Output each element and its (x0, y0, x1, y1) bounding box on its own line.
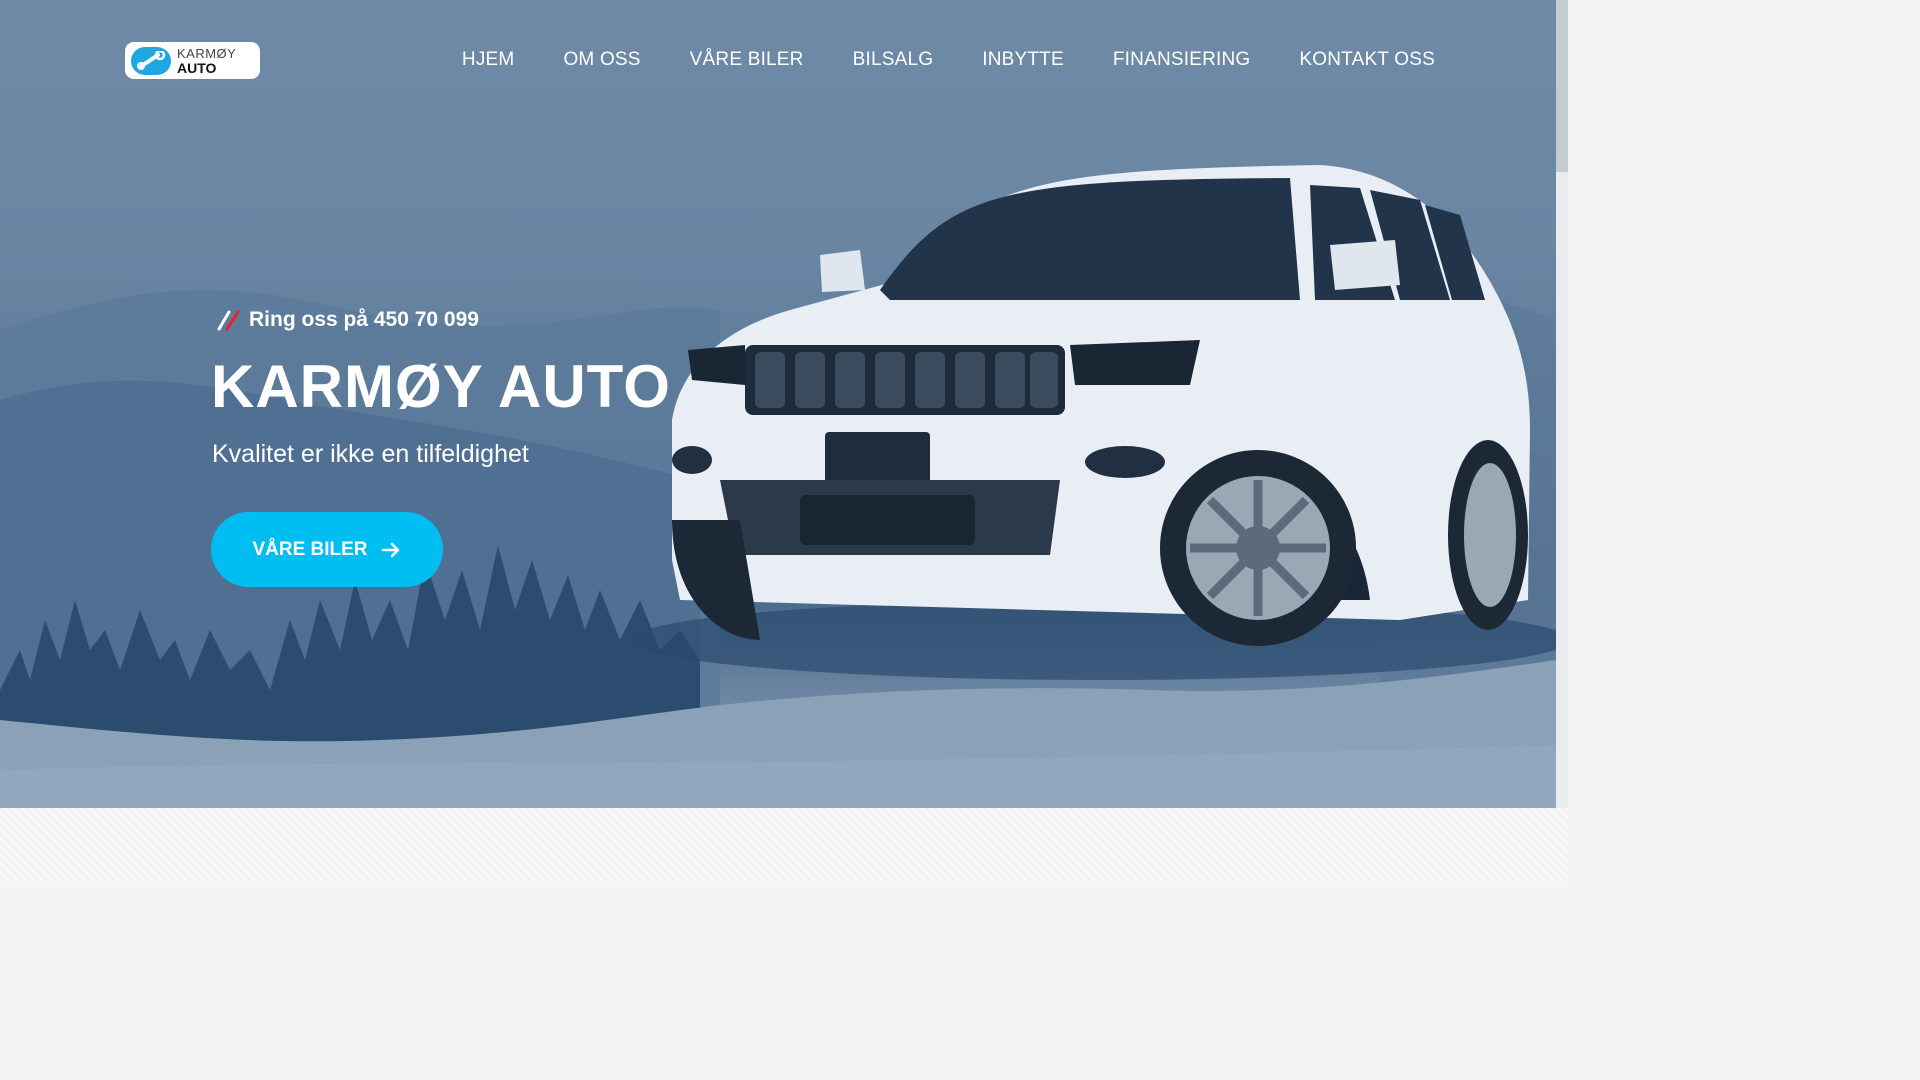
phone-callout[interactable]: Ring oss på 450 70 099 (216, 308, 479, 332)
hero-section: KARMØY AUTO HJEM OM OSS VÅRE BILER BILSA… (0, 0, 1556, 808)
hero-title: KARMØY AUTO (211, 353, 671, 420)
nav-item-om-oss[interactable]: OM OSS (563, 46, 640, 74)
page: KARMØY AUTO HJEM OM OSS VÅRE BILER BILSA… (0, 0, 1568, 882)
scrollbar-thumb[interactable] (1556, 0, 1568, 172)
hero-subtitle: Kvalitet er ikke en tilfeldighet (212, 440, 529, 468)
cta-label: VÅRE BILER (252, 538, 368, 560)
nav-item-finansiering[interactable]: FINANSIERING (1113, 46, 1251, 74)
nav-item-hjem[interactable]: HJEM (462, 46, 515, 74)
wrench-icon (131, 46, 171, 75)
phone-text: Ring oss på 450 70 099 (249, 308, 479, 331)
suv-image (630, 165, 1556, 680)
next-section-background (0, 808, 1568, 882)
nav-item-kontakt-oss[interactable]: KONTAKT OSS (1299, 46, 1435, 74)
arrow-right-icon (381, 542, 399, 557)
nav-item-inbytte[interactable]: INBYTTE (982, 46, 1064, 74)
logo-text-line2: AUTO (177, 59, 217, 76)
nav-item-bilsalg[interactable]: BILSALG (853, 46, 934, 74)
logo-text-line1: KARMØY (177, 45, 237, 61)
logo[interactable]: KARMØY AUTO (125, 42, 260, 79)
main-navigation: HJEM OM OSS VÅRE BILER BILSALG INBYTTE F… (462, 46, 1435, 74)
vare-biler-button[interactable]: VÅRE BILER (211, 512, 443, 587)
slashes-icon (217, 310, 240, 331)
nav-item-vare-biler[interactable]: VÅRE BILER (690, 46, 804, 74)
